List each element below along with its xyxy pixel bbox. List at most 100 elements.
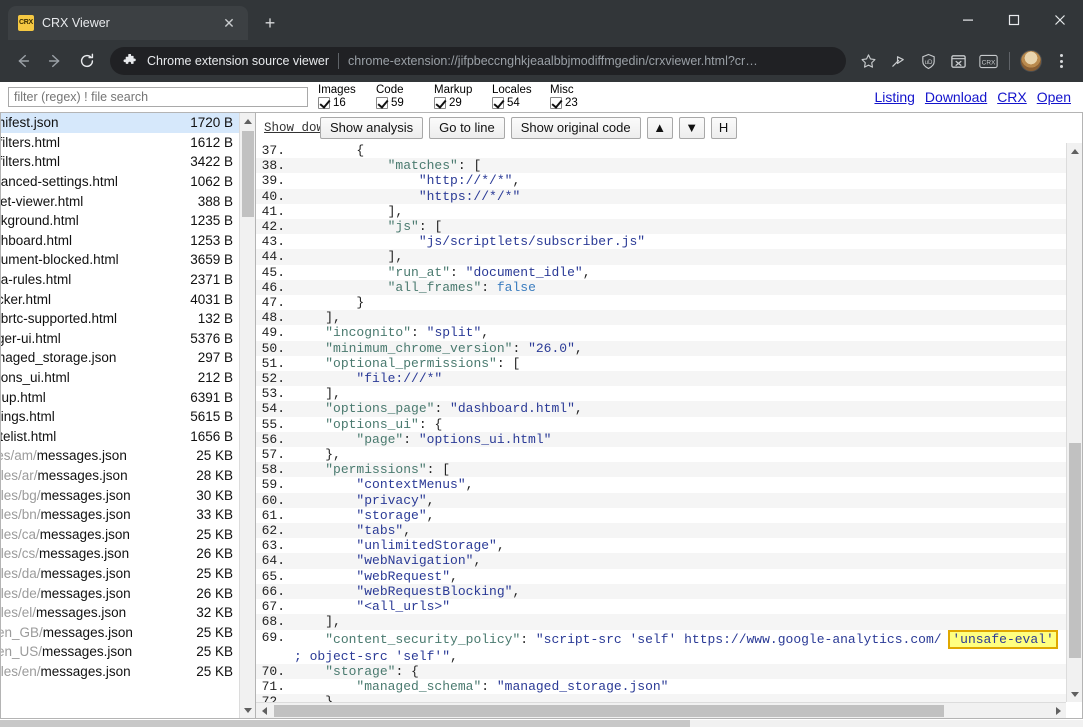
extension-pin-icon[interactable] xyxy=(884,47,912,75)
file-size: 1612 B xyxy=(190,134,233,150)
code-hscroll-thumb[interactable] xyxy=(274,705,944,717)
file-list-item[interactable]: ocales/bn/messages.json33 KB xyxy=(1,505,239,525)
puzzle-icon xyxy=(122,53,138,69)
maximize-icon[interactable] xyxy=(991,0,1037,40)
forward-icon[interactable] xyxy=(40,46,70,76)
file-list-item[interactable]: ocales/el/messages.json32 KB xyxy=(1,603,239,623)
file-list-item[interactable]: ocales/en/messages.json25 KB xyxy=(1,662,239,682)
file-list-item[interactable]: popup.html 6391 B xyxy=(1,387,239,407)
code-lines[interactable]: 37. {38. "matches": [39. "http://*/*", 40… xyxy=(256,143,1066,702)
browser-tab[interactable]: CRX CRX Viewer ✕ xyxy=(8,6,248,40)
show-original-code-button[interactable]: Show original code xyxy=(510,117,641,139)
code-line: 43. "js/scriptlets/subscriber.js" xyxy=(256,234,1066,249)
link-crx[interactable]: CRX xyxy=(997,89,1027,105)
file-list-item[interactable]: options_ui.html 212 B xyxy=(1,368,239,388)
file-list-item[interactable]: logger-ui.html 5376 B xyxy=(1,329,239,349)
counter-count: 16 xyxy=(333,97,346,109)
file-list-item[interactable]: epicker.html 4031 B xyxy=(1,289,239,309)
file-name: dashboard.html xyxy=(1,233,190,248)
file-base-name: messages.json xyxy=(40,585,131,601)
file-list-item[interactable]: 3p-filters.html 3422 B xyxy=(1,152,239,172)
file-list-item[interactable]: ocales/de/messages.json26 KB xyxy=(1,583,239,603)
file-list-item[interactable]: cales/am/messages.json25 KB xyxy=(1,446,239,466)
prev-match-button[interactable]: ▲ xyxy=(646,117,673,139)
file-list-item[interactable]: settings.html 5615 B xyxy=(1,407,239,427)
scroll-up-icon[interactable] xyxy=(240,113,255,129)
close-window-icon[interactable] xyxy=(1037,0,1083,40)
file-name: whitelist.html xyxy=(1,429,190,444)
file-list-item[interactable]: ocales/ca/messages.json25 KB xyxy=(1,524,239,544)
crx-icon[interactable]: CRX xyxy=(974,47,1002,75)
page-horizontal-scrollbar[interactable] xyxy=(0,720,1083,727)
file-list-scrollbar[interactable] xyxy=(239,113,255,718)
search-highlight[interactable]: 'unsafe-eval' xyxy=(948,629,1058,649)
checkbox-images[interactable] xyxy=(318,97,330,109)
line-source: "webNavigation", xyxy=(294,553,1066,568)
link-download[interactable]: Download xyxy=(925,89,987,105)
file-list-item[interactable]: advanced-settings.html 1062 B xyxy=(1,172,239,192)
minimize-icon[interactable] xyxy=(945,0,991,40)
file-list-item[interactable]: es/en_GB/messages.json25 KB xyxy=(1,622,239,642)
address-bar[interactable]: Chrome extension source viewer chrome-ex… xyxy=(110,47,846,75)
code-scroll-up-icon[interactable] xyxy=(1067,143,1082,159)
next-match-button[interactable]: ▼ xyxy=(678,117,705,139)
back-icon[interactable] xyxy=(8,46,38,76)
file-size: 33 KB xyxy=(196,507,233,523)
scroll-down-icon[interactable] xyxy=(240,702,255,718)
go-to-line-button[interactable]: Go to line xyxy=(429,117,505,139)
new-tab-icon[interactable]: + xyxy=(256,9,284,37)
ublock-icon[interactable]: uD xyxy=(914,47,942,75)
page-hscroll-thumb[interactable] xyxy=(0,720,690,727)
file-list-item[interactable]: ocales/da/messages.json25 KB xyxy=(1,564,239,584)
file-name: advanced-settings.html xyxy=(1,174,190,189)
close-icon[interactable]: ✕ xyxy=(220,14,238,32)
code-scroll-thumb[interactable] xyxy=(1069,443,1081,658)
file-list-item[interactable]: document-blocked.html 3659 B xyxy=(1,250,239,270)
scroll-thumb[interactable] xyxy=(242,131,254,217)
reload-icon[interactable] xyxy=(72,46,102,76)
code-line: 63. "unlimitedStorage", xyxy=(256,538,1066,553)
line-number: 43. xyxy=(261,234,285,250)
code-vertical-scrollbar[interactable] xyxy=(1066,143,1082,702)
link-listing[interactable]: Listing xyxy=(874,89,914,105)
file-list-item[interactable]: background.html 1235 B xyxy=(1,211,239,231)
link-open[interactable]: Open xyxy=(1037,89,1071,105)
file-list-item[interactable]: -webrtc-supported.html 132 B xyxy=(1,309,239,329)
chrome-menu-icon[interactable] xyxy=(1047,47,1075,75)
file-base-name: -webrtc-supported.html xyxy=(1,311,118,327)
checkbox-misc[interactable] xyxy=(550,97,562,109)
show-analysis-button[interactable]: Show analysis xyxy=(320,117,424,139)
avatar[interactable] xyxy=(1017,47,1045,75)
file-list-item[interactable]: ocales/ar/messages.json28 KB xyxy=(1,466,239,486)
code-scroll-left-icon[interactable] xyxy=(256,703,272,718)
file-list-item[interactable]: manifest.json 1720 B xyxy=(1,113,239,133)
file-list-item[interactable]: es/en_US/messages.json25 KB xyxy=(1,642,239,662)
tab-x-icon[interactable] xyxy=(944,47,972,75)
filter-input[interactable] xyxy=(8,86,308,107)
checkbox-code[interactable] xyxy=(376,97,388,109)
file-list-item[interactable]: 1p-filters.html 1612 B xyxy=(1,133,239,153)
file-name: cales/am/messages.json xyxy=(1,448,196,463)
file-list-item[interactable]: ocales/bg/messages.json30 KB xyxy=(1,485,239,505)
code-token: "content_security_policy" xyxy=(325,631,521,647)
code-scroll-right-icon[interactable] xyxy=(1050,703,1066,718)
file-base-name: background.html xyxy=(1,213,79,229)
code-token: "options_ui.html" xyxy=(418,431,552,447)
file-list-item[interactable]: asset-viewer.html 388 B xyxy=(1,191,239,211)
file-list[interactable]: manifest.json 1720 B 1p-filters.html 1612 B… xyxy=(0,112,255,719)
file-size: 1062 B xyxy=(190,174,233,190)
star-icon[interactable] xyxy=(854,47,882,75)
file-list-item[interactable]: dashboard.html 1253 B xyxy=(1,231,239,251)
file-list-item[interactable]: dyna-rules.html 2371 B xyxy=(1,270,239,290)
file-list-item[interactable]: whitelist.html 1656 B xyxy=(1,427,239,447)
file-list-item[interactable]: ocales/cs/messages.json26 KB xyxy=(1,544,239,564)
line-source: "all_frames": false xyxy=(294,280,1066,295)
code-line: 41. ], xyxy=(256,204,1066,219)
file-list-item[interactable]: managed_storage.json 297 B xyxy=(1,348,239,368)
checkbox-markup[interactable] xyxy=(434,97,446,109)
highlight-toggle-button[interactable]: H xyxy=(710,117,737,139)
checkbox-locales[interactable] xyxy=(492,97,504,109)
code-scroll-down-icon[interactable] xyxy=(1067,686,1082,702)
code-horizontal-scrollbar[interactable] xyxy=(256,702,1066,718)
